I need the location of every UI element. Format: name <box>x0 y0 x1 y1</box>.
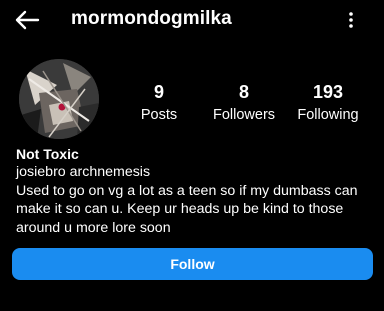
followers-label: Followers <box>212 107 276 123</box>
avatar-image <box>19 59 99 139</box>
top-bar: mormondogmilka <box>0 0 384 40</box>
follow-button[interactable]: Follow <box>12 248 373 280</box>
following-count: 193 <box>312 82 344 102</box>
profile-avatar[interactable] <box>19 59 99 139</box>
profile-username: mormondogmilka <box>71 8 232 29</box>
stat-posts[interactable]: 9 Posts <box>141 82 177 124</box>
arrow-left-icon <box>15 10 40 30</box>
more-options-button[interactable] <box>342 9 360 31</box>
posts-label: Posts <box>140 107 178 123</box>
profile-bio: Not Toxic josiebro archnemesis Used to g… <box>16 146 376 237</box>
bio-line: around u more lore soon <box>16 219 171 236</box>
posts-count: 9 <box>153 82 165 102</box>
following-label: Following <box>297 107 359 123</box>
followers-count: 8 <box>238 82 250 102</box>
bio-line: josiebro archnemesis <box>16 164 151 180</box>
back-button[interactable] <box>12 7 42 33</box>
stat-following[interactable]: 193 Following <box>297 82 358 124</box>
more-vertical-icon <box>349 12 353 28</box>
bio-line: make it so can u. Keep ur heads up be ki… <box>16 201 344 217</box>
bio-line: Used to go on vg a lot as a teen so if m… <box>16 182 358 199</box>
stat-followers[interactable]: 8 Followers <box>213 82 275 124</box>
display-name: Not Toxic <box>16 146 79 162</box>
